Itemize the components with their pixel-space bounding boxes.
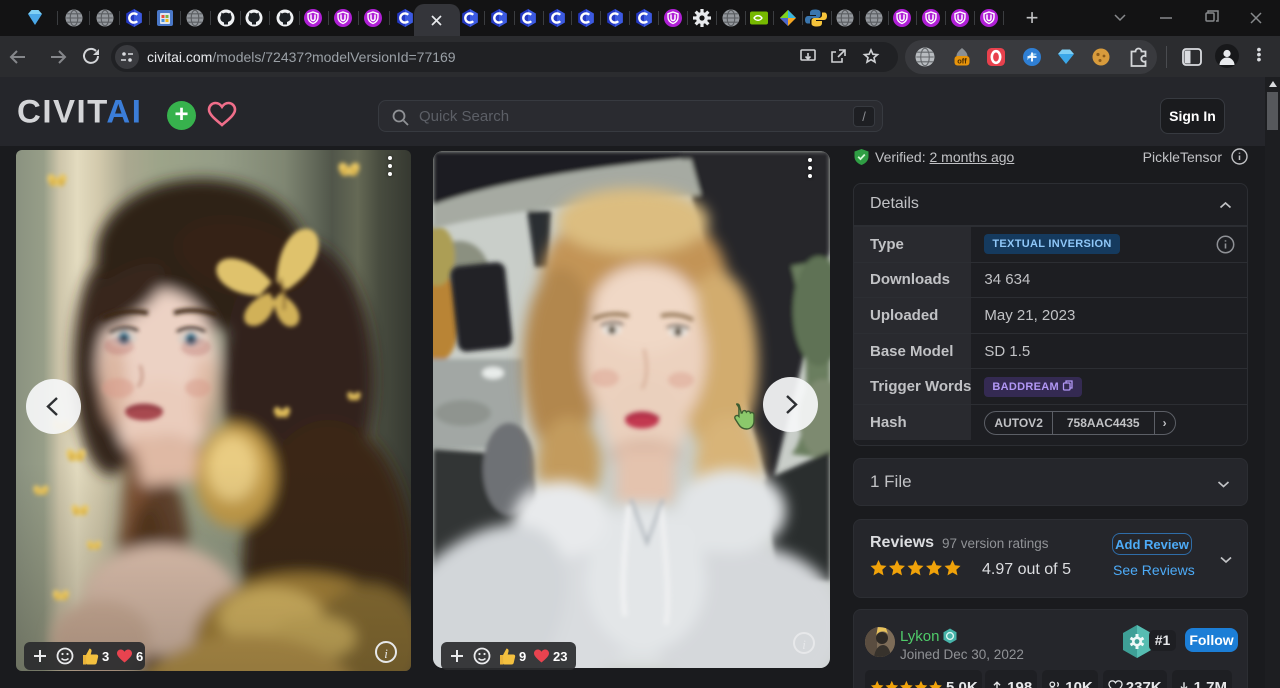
svg-text:off: off	[957, 57, 967, 66]
